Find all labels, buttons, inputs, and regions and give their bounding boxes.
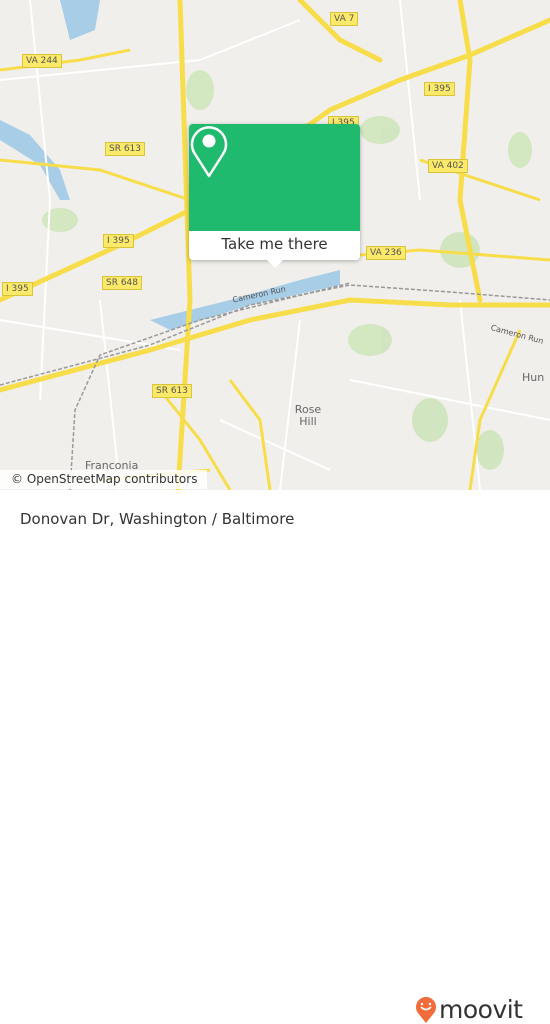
road-shield: VA 7: [330, 12, 359, 26]
take-me-there-button[interactable]: Take me there: [189, 231, 360, 260]
road-shield: SR 613: [105, 142, 146, 156]
popup-header: [189, 124, 360, 231]
road-shield: I 395: [424, 82, 455, 96]
location-title: Donovan Dr, Washington / Baltimore: [20, 510, 295, 528]
map[interactable]: VA 7 VA 244 I 395 I 395 SR 613 VA 402 I …: [0, 0, 550, 490]
place-label-rose-hill: Rose Hill: [294, 403, 322, 428]
footer: Donovan Dr, Washington / Baltimore moovi…: [0, 490, 550, 1024]
place-label-hun: Hun: [522, 371, 545, 384]
road-shield: VA 244: [22, 54, 62, 68]
map-pin-icon: [190, 126, 228, 178]
moovit-logo-text: moovit: [439, 995, 523, 1024]
map-attribution[interactable]: © OpenStreetMap contributors: [0, 470, 208, 489]
road-shield: I 395: [2, 282, 33, 296]
road-shield: I 395: [103, 234, 134, 248]
moovit-logo: moovit: [415, 995, 523, 1024]
popup-pointer: [267, 260, 283, 268]
location-popup[interactable]: Take me there: [189, 124, 360, 268]
road-shield: VA 236: [366, 246, 406, 260]
road-shield: SR 648: [102, 276, 143, 290]
moovit-pin-icon: [416, 996, 436, 1023]
road-shield: VA 402: [428, 159, 468, 173]
road-shield: SR 613: [152, 384, 193, 398]
